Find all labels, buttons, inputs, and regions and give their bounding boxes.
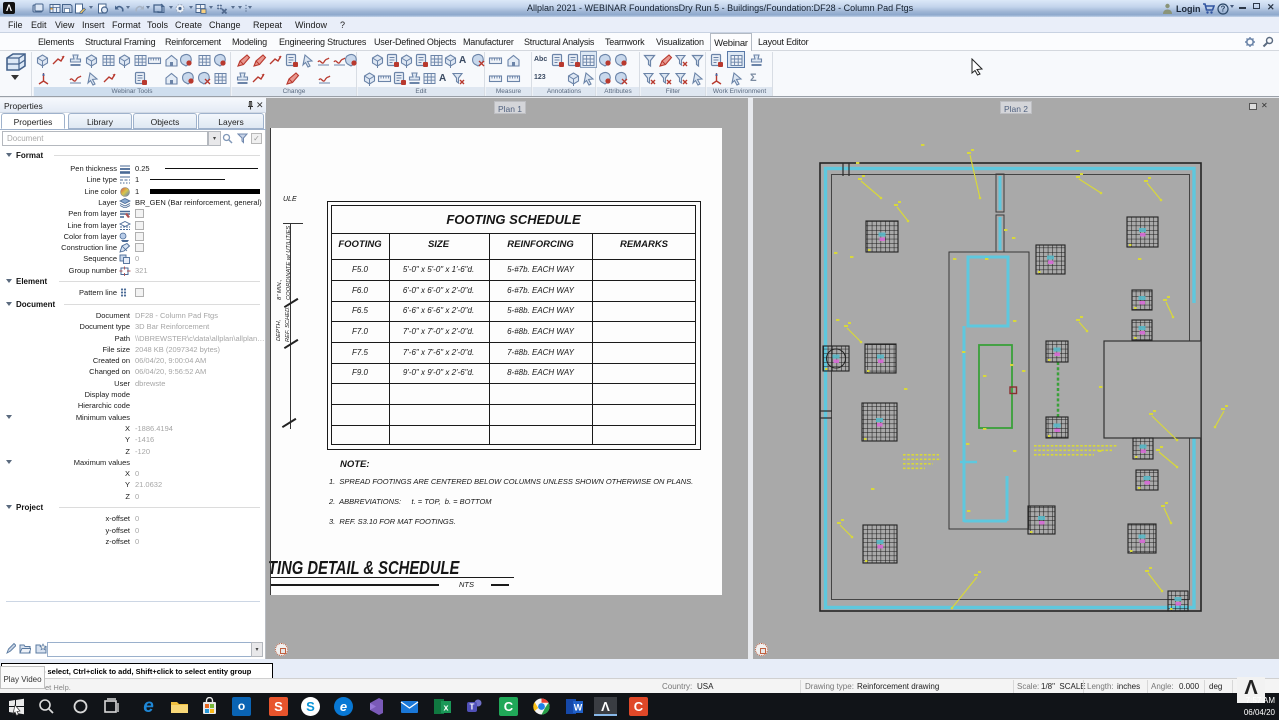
svg-text:T: T [470, 703, 475, 712]
svg-text:?: ? [1221, 4, 1226, 13]
svg-text:W: W [574, 703, 583, 713]
svg-text:x: x [443, 703, 448, 713]
